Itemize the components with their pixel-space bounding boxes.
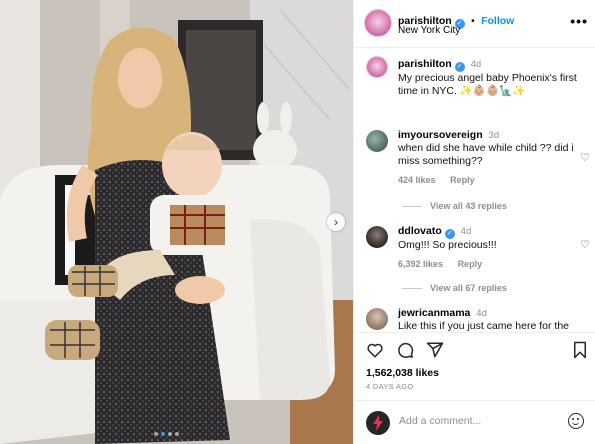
replies-divider <box>402 287 422 289</box>
view-replies-label: View all 43 replies <box>430 201 507 211</box>
post-side-panel: parishilton ✓ • Follow New York City ••• … <box>353 0 595 444</box>
comment-item: jewricanmama 4d Like this if you just ca… <box>398 307 583 332</box>
comment-item: ddlovato ✓ 4d Omg!!! So precious!!! 6,392… <box>398 225 578 269</box>
caption: parishilton ✓ 4d My precious angel baby P… <box>398 58 586 98</box>
comment-text: Like this if you just came here for the <box>398 320 569 332</box>
location-link[interactable]: New York City <box>398 25 460 36</box>
carousel-dots <box>154 432 179 436</box>
author-avatar[interactable] <box>364 9 392 37</box>
comment-heart-icon[interactable]: ♡ <box>580 151 590 164</box>
photo-illustration <box>0 0 353 444</box>
verified-badge-icon: ✓ <box>454 62 465 72</box>
commenter-avatar[interactable] <box>366 226 388 248</box>
comment-heart-icon[interactable]: ♡ <box>580 238 590 251</box>
comment-item: imyoursovereign 3d when did she have whi… <box>398 129 578 185</box>
view-replies-label: View all 67 replies <box>430 283 507 293</box>
post-actions: 1,562,038 likes 4 DAYS AGO <box>354 332 595 400</box>
post-header: parishilton ✓ • Follow New York City ••• <box>354 0 595 48</box>
likes-count[interactable]: 1,562,038 likes <box>366 367 439 379</box>
view-replies-button[interactable]: View all 43 replies <box>402 201 507 211</box>
caption-time[interactable]: 4d <box>471 59 482 70</box>
current-user-avatar[interactable] <box>366 411 390 435</box>
carousel-dot-active <box>161 432 165 436</box>
caption-username[interactable]: parishilton <box>398 58 452 70</box>
comment-username[interactable]: ddlovato <box>398 225 442 237</box>
carousel-next-button[interactable]: › <box>327 213 345 231</box>
comments-list[interactable]: parishilton ✓ 4d My precious angel baby P… <box>354 48 595 332</box>
carousel-dot <box>154 432 158 436</box>
comment-text: when did she have while child ?? did i m… <box>398 142 574 167</box>
heart-icon[interactable] <box>366 341 384 359</box>
comment-time[interactable]: 4d <box>461 226 472 237</box>
paper-plane-icon[interactable] <box>426 341 444 359</box>
commenter-avatar[interactable] <box>366 308 388 330</box>
follow-button[interactable]: Follow <box>481 15 514 27</box>
bookmark-icon[interactable] <box>572 341 588 359</box>
comment-input[interactable]: Add a comment... <box>399 415 481 427</box>
commenter-avatar[interactable] <box>366 130 388 152</box>
carousel-dot <box>168 432 172 436</box>
view-replies-button[interactable]: View all 67 replies <box>402 283 507 293</box>
reply-button[interactable]: Reply <box>458 259 483 269</box>
chevron-right-icon: › <box>334 215 338 229</box>
post-photo[interactable]: › <box>0 0 353 444</box>
caption-avatar[interactable] <box>366 56 388 78</box>
add-comment-bar: Add a comment... <box>354 400 595 444</box>
comment-time[interactable]: 4d <box>476 308 487 319</box>
replies-divider <box>402 205 422 207</box>
comment-username[interactable]: imyoursovereign <box>398 129 483 141</box>
comment-time[interactable]: 3d <box>489 130 500 141</box>
carousel-dot <box>175 432 179 436</box>
comment-likes[interactable]: 6,392 likes <box>398 259 443 269</box>
post-date[interactable]: 4 DAYS AGO <box>366 382 413 391</box>
comment-bubble-icon[interactable] <box>396 341 414 359</box>
flash-logo-icon <box>373 415 383 431</box>
verified-badge-icon: ✓ <box>444 229 455 239</box>
emoji-smiley-icon[interactable] <box>568 413 584 429</box>
caption-text: My precious angel baby Phoenix's first t… <box>398 72 577 97</box>
reply-button[interactable]: Reply <box>450 175 475 185</box>
more-options-icon[interactable]: ••• <box>570 13 588 29</box>
comment-text: Omg!!! So precious!!! <box>398 239 497 251</box>
comment-likes[interactable]: 424 likes <box>398 175 436 185</box>
header-separator: • <box>471 16 475 27</box>
comment-username[interactable]: jewricanmama <box>398 307 470 319</box>
